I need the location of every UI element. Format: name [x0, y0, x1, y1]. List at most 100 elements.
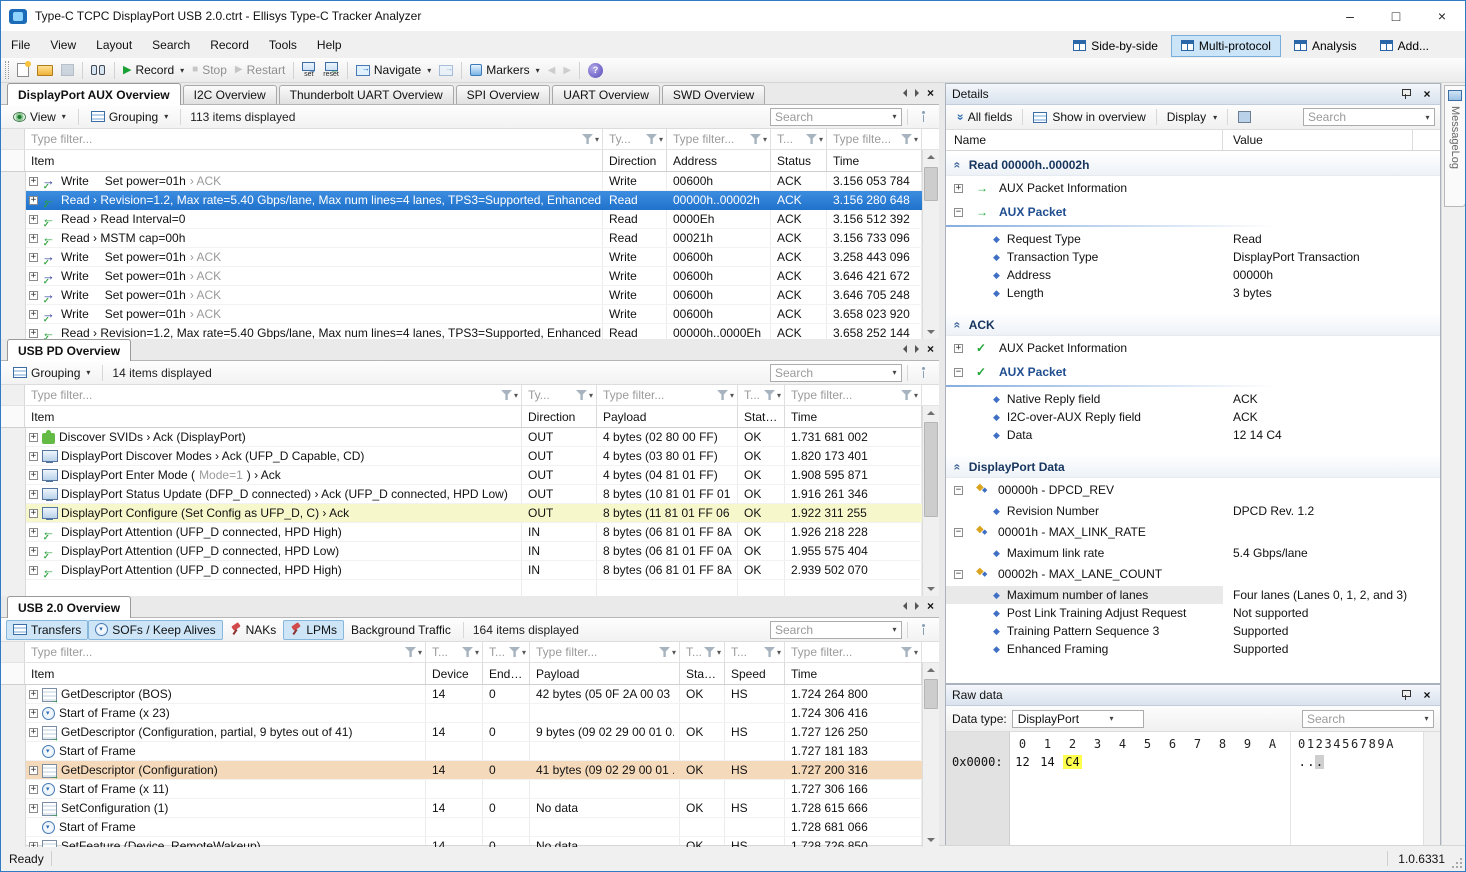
navigate-button[interactable]: Navigate▾ [352, 61, 435, 79]
filter-funnel-button[interactable]: ▾ [764, 647, 781, 657]
view-dropdown-icon[interactable]: ▾ [62, 112, 66, 121]
filter-funnel-button[interactable]: ▾ [405, 647, 422, 657]
tab-scroll-right-icon[interactable] [915, 602, 919, 610]
display-button[interactable]: Display▾ [1162, 108, 1222, 126]
filter-cell[interactable]: Type filter...▾ [785, 385, 922, 405]
close-panel-icon[interactable]: × [927, 601, 934, 611]
workspace-tab-multi-protocol[interactable]: Multi-protocol [1171, 35, 1281, 57]
collapse-chevron-icon[interactable]: « [950, 321, 964, 328]
toggle-lpms-button[interactable]: LPMs [283, 620, 344, 640]
panel-tab[interactable]: USB 2.0 Overview [7, 596, 131, 618]
column-header-item[interactable]: Item [25, 406, 522, 427]
scroll-thumb[interactable] [924, 679, 938, 709]
column-header-status[interactable]: Status [738, 406, 785, 427]
details-field-row[interactable]: ◆Enhanced FramingSupported [946, 640, 1440, 658]
table-row[interactable]: +→✓WriteSet power=01h › ACKWrite00600hAC… [1, 286, 939, 305]
copy-details-button[interactable] [1233, 109, 1256, 125]
hex-scrollbar[interactable] [1423, 732, 1440, 846]
details-field-row[interactable]: ◆Maximum number of lanesFour lanes (Lane… [946, 586, 1440, 604]
hex-byte[interactable]: 14 [1035, 755, 1060, 769]
view-button[interactable]: View▾ [6, 107, 73, 127]
menu-file[interactable]: File [1, 32, 40, 58]
expand-icon[interactable]: + [29, 234, 38, 243]
restart-button[interactable]: ▶Restart [231, 61, 289, 79]
apply-navigation-button[interactable] [435, 63, 457, 78]
show-in-overview-button[interactable]: Show in overview [1028, 108, 1150, 126]
filter-cell[interactable]: Type filter...▾ [25, 129, 603, 149]
column-header-status[interactable]: Status [680, 663, 725, 684]
filter-cell[interactable]: Ty...▾ [522, 385, 597, 405]
name-column-header[interactable]: Name [946, 130, 1223, 150]
scroll-down-icon[interactable] [923, 324, 939, 339]
filter-funnel-button[interactable]: ▾ [750, 134, 767, 144]
expand-icon[interactable]: + [29, 528, 38, 537]
tab-scroll-left-icon[interactable] [903, 345, 907, 353]
details-group-row[interactable]: −✓AUX Packet [946, 360, 1440, 384]
filter-cell[interactable]: T...▾ [483, 642, 530, 662]
ascii-char[interactable]: . [1298, 755, 1307, 769]
expand-icon[interactable]: + [29, 310, 38, 319]
filter-cell[interactable]: Type filter...▾ [25, 385, 522, 405]
filter-cell[interactable]: T...▾ [725, 642, 785, 662]
details-field-row[interactable]: ◆Transaction TypeDisplayPort Transaction [946, 248, 1440, 266]
close-panel-icon[interactable]: × [927, 88, 934, 98]
expand-icon[interactable]: + [29, 728, 38, 737]
reset-trigger-button[interactable]: reset [319, 60, 343, 80]
find-button[interactable] [87, 63, 110, 78]
table-row[interactable]: +←✓DisplayPort Attention (UFP_D connecte… [1, 542, 939, 561]
filter-cell[interactable]: Type filter...▾ [530, 642, 680, 662]
tab-scroll-left-icon[interactable] [903, 89, 907, 97]
tab-scroll-right-icon[interactable] [915, 89, 919, 97]
filter-funnel-button[interactable]: ▾ [806, 134, 823, 144]
menu-search[interactable]: Search [142, 32, 200, 58]
details-field-row[interactable]: ◆I2C-over-AUX Reply fieldACK [946, 408, 1440, 426]
search-dropdown-icon[interactable]: ▾ [888, 625, 901, 634]
table-row[interactable]: +DisplayPort Discover Modes › Ack (UFP_D… [1, 447, 939, 466]
table-row[interactable]: +Discover SVIDs › Ack (DisplayPort)OUT4 … [1, 428, 939, 447]
panel-tab[interactable]: DisplayPort AUX Overview [7, 83, 181, 105]
expand-icon[interactable]: + [29, 329, 38, 338]
table-row[interactable]: +DisplayPort Status Update (DFP_D connec… [1, 485, 939, 504]
vertical-scrollbar[interactable] [922, 663, 939, 847]
menu-view[interactable]: View [40, 32, 86, 58]
table-row[interactable]: +Start of Frame (x 11)1.727 306 166 [1, 780, 939, 799]
expand-icon[interactable]: + [29, 433, 38, 442]
collapse-chevron-icon[interactable]: « [950, 161, 964, 168]
table-row[interactable]: Start of Frame1.728 681 066 [1, 818, 939, 837]
filter-funnel-button[interactable]: ▾ [646, 134, 663, 144]
expand-icon[interactable]: − [954, 486, 963, 495]
resize-grip[interactable] [1451, 857, 1463, 869]
stop-button[interactable]: ■Stop [188, 61, 231, 79]
toggle-background-traffic-button[interactable]: Background Traffic [344, 620, 458, 640]
expand-icon[interactable]: + [29, 272, 38, 281]
scroll-thumb[interactable] [924, 167, 938, 201]
table-row[interactable]: +←✓DisplayPort Attention (UFP_D connecte… [1, 523, 939, 542]
data-type-select[interactable]: DisplayPort Data▾ [1012, 710, 1144, 728]
scroll-thumb[interactable] [924, 422, 938, 517]
column-header-item[interactable]: Item [25, 150, 603, 171]
open-file-button[interactable] [33, 63, 57, 78]
table-row[interactable]: +←✓Read › MSTM cap=00hRead00021hACK3.156… [1, 229, 939, 248]
raw-search-input[interactable] [1303, 712, 1420, 726]
table-row[interactable]: +→✓WriteSet power=01h › ACKWrite00600hAC… [1, 172, 939, 191]
search-input[interactable] [771, 623, 888, 637]
toggle-sofs-keep-alives-button[interactable]: SOFs / Keep Alives [88, 620, 222, 640]
column-header-direction[interactable]: Direction [603, 150, 667, 171]
expand-icon[interactable]: + [29, 709, 38, 718]
previous-marker-button[interactable]: ◀ [544, 63, 560, 78]
table-row[interactable]: +GetDescriptor (Configuration)14041 byte… [1, 761, 939, 780]
filter-cell[interactable]: T...▾ [771, 129, 827, 149]
details-group-row[interactable]: +→AUX Packet Information [946, 176, 1440, 200]
filter-funnel-button[interactable]: ▾ [764, 390, 781, 400]
scroll-up-icon[interactable] [923, 150, 939, 165]
filter-funnel-button[interactable]: ▾ [704, 647, 721, 657]
details-section-header[interactable]: «DisplayPort Data [946, 456, 1440, 478]
search-dropdown-icon[interactable]: ▾ [1421, 113, 1434, 122]
search-input[interactable] [771, 366, 888, 380]
antenna-icon[interactable] [917, 109, 930, 124]
expand-icon[interactable]: + [29, 215, 38, 224]
panel-tab[interactable]: Thunderbolt UART Overview [279, 85, 454, 104]
column-header-time[interactable]: Time [785, 663, 922, 684]
search-dropdown-icon[interactable]: ▾ [1420, 714, 1433, 723]
filter-cell[interactable]: Type filter...▾ [785, 642, 922, 662]
